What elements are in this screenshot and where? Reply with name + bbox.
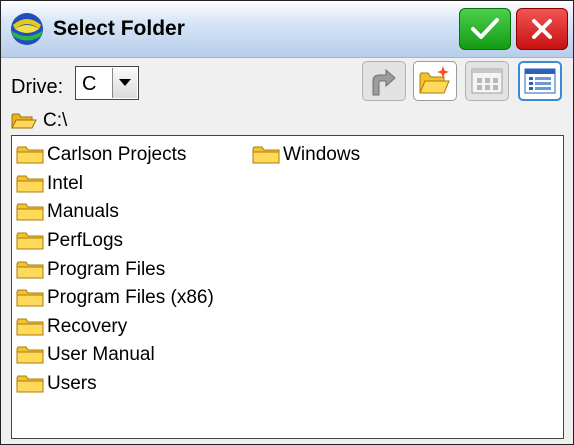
folder-name: Intel <box>47 172 83 194</box>
folder-item[interactable]: Intel <box>16 170 214 199</box>
checkmark-icon <box>471 18 499 39</box>
folder-icon <box>16 146 44 164</box>
folder-up-icon <box>372 68 396 96</box>
folder-item[interactable]: Windows <box>252 141 360 170</box>
folder-name: Program Files (x86) <box>47 287 214 309</box>
close-icon <box>532 19 552 39</box>
app-logo-icon <box>11 13 43 45</box>
folder-item[interactable]: PerfLogs <box>16 227 214 256</box>
drive-dropdown[interactable]: C <box>75 66 139 100</box>
current-path: C:\ <box>11 109 67 133</box>
drive-label: Drive: <box>11 76 64 98</box>
folder-icon <box>16 175 44 193</box>
folder-item[interactable]: Program Files <box>16 255 214 284</box>
folder-name: Windows <box>283 144 361 166</box>
folder-column-1: Carlson Projects Intel Manuals PerfLogs Prog… <box>16 141 214 398</box>
large-icons-view-icon <box>471 68 503 94</box>
new-folder-button[interactable] <box>413 61 457 101</box>
path-text: C:\ <box>43 110 68 131</box>
folder-name: Manuals <box>47 201 119 223</box>
folder-item[interactable]: Carlson Projects <box>16 141 214 170</box>
folder-name: Program Files <box>47 258 166 280</box>
folder-item[interactable]: Recovery <box>16 313 214 342</box>
folder-icon <box>16 318 44 336</box>
folder-name: PerfLogs <box>47 230 124 252</box>
folder-icon <box>252 146 280 164</box>
folder-item[interactable]: User Manual <box>16 341 214 370</box>
list-view-icon <box>524 68 556 94</box>
drive-value: C <box>82 73 97 95</box>
open-folder-icon <box>11 113 37 129</box>
folder-name: User Manual <box>47 344 155 366</box>
folder-name: Users <box>47 373 97 395</box>
folder-icon <box>16 289 44 307</box>
ok-button[interactable] <box>459 8 511 50</box>
chevron-down-icon[interactable] <box>112 68 137 98</box>
folder-icon <box>16 375 44 393</box>
title-bar: Select Folder <box>1 1 573 58</box>
select-folder-dialog: Select Folder Drive: C C:\ Carlson Proje… <box>0 0 574 445</box>
icon-view-button[interactable] <box>465 61 509 101</box>
new-folder-icon <box>419 66 450 94</box>
folder-icon <box>16 203 44 221</box>
folder-item[interactable]: Users <box>16 370 214 399</box>
list-view-button[interactable] <box>518 61 562 101</box>
dialog-title: Select Folder <box>53 17 185 40</box>
up-folder-button[interactable] <box>362 61 406 101</box>
folder-icon <box>16 232 44 250</box>
folder-icon <box>16 346 44 364</box>
folder-name: Recovery <box>47 315 128 337</box>
folder-name: Carlson Projects <box>47 144 187 166</box>
folder-list[interactable]: Carlson Projects Intel Manuals PerfLogs Prog… <box>11 135 564 439</box>
folder-icon <box>16 261 44 279</box>
folder-column-2: Windows <box>252 141 360 170</box>
folder-item[interactable]: Manuals <box>16 198 214 227</box>
folder-item[interactable]: Program Files (x86) <box>16 284 214 313</box>
cancel-button[interactable] <box>516 8 568 50</box>
